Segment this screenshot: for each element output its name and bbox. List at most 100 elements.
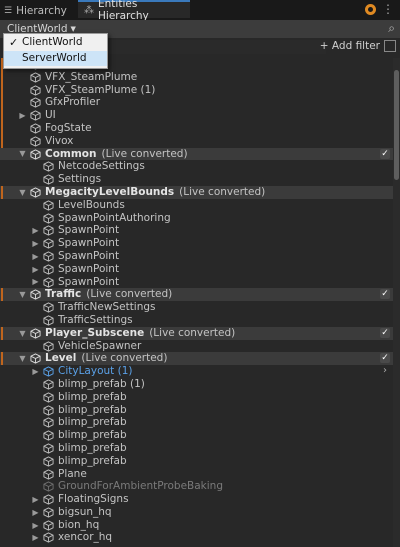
entity-cube-icon	[43, 417, 54, 428]
entity-cube-icon	[43, 174, 54, 185]
scene-enabled-checkbox[interactable]: ✓	[380, 353, 390, 364]
entity-row[interactable]: FogState	[0, 121, 393, 135]
entity-cube-icon	[43, 520, 54, 531]
modified-marker	[1, 109, 3, 122]
more-options-icon[interactable]: ⋮	[382, 3, 394, 15]
entity-row[interactable]: TrafficSettings	[0, 314, 393, 327]
entity-row[interactable]: Plane	[0, 468, 393, 481]
tab-hierarchy[interactable]: ☰ Hierarchy	[4, 2, 67, 20]
tab-entities-hierarchy[interactable]: ⁂ Entities Hierarchy	[78, 0, 190, 22]
entity-row[interactable]: ▶ bigsun_hq	[0, 506, 393, 519]
collapse-arrow-icon[interactable]: ▶	[31, 276, 40, 289]
row-label: SpawnPoint	[58, 262, 120, 275]
entity-row[interactable]: LevelBounds	[0, 199, 393, 212]
search-input[interactable]	[106, 40, 326, 54]
window-status-icon[interactable]	[365, 4, 376, 15]
modified-marker	[1, 134, 3, 148]
modified-marker	[1, 185, 3, 199]
entity-row[interactable]: ▶ FloatingSigns	[0, 493, 393, 506]
expand-arrow-icon[interactable]: ▼	[18, 186, 27, 199]
row-label: Plane	[58, 467, 87, 480]
entity-cube-icon	[43, 315, 54, 326]
expand-arrow-icon[interactable]: ▼	[18, 327, 27, 340]
entity-row[interactable]: blimp_prefab	[0, 416, 393, 429]
collapse-arrow-icon[interactable]: ▶	[18, 109, 27, 122]
entity-row[interactable]: ▶ SpawnPoint	[0, 237, 393, 250]
scrollbar-thumb[interactable]	[394, 70, 399, 180]
entity-row[interactable]: blimp_prefab (1)	[0, 378, 393, 391]
entity-row[interactable]: TrafficNewSettings	[0, 301, 393, 314]
entity-cube-icon	[30, 84, 41, 96]
collapse-arrow-icon[interactable]: ▶	[31, 493, 40, 506]
entity-row[interactable]: ▶ UI	[0, 109, 393, 122]
expand-arrow-icon[interactable]: ▼	[18, 288, 27, 301]
scrollbar[interactable]	[393, 58, 400, 547]
scene-header-row[interactable]: ▼ Traffic (Live converted) ✓	[0, 288, 393, 302]
scene-icon	[30, 289, 41, 300]
scene-header-row[interactable]: ▼ Player_Subscene (Live converted) ✓	[0, 326, 393, 340]
entity-row[interactable]: SpawnPointAuthoring	[0, 212, 393, 225]
row-label: TrafficSettings	[58, 313, 133, 326]
row-label: blimp_prefab (1)	[58, 377, 145, 390]
tab-hierarchy-label: Hierarchy	[16, 5, 67, 17]
entity-cube-icon	[30, 110, 41, 121]
collapse-arrow-icon[interactable]: ▶	[31, 365, 40, 378]
row-label: VehicleSpawner	[58, 339, 142, 352]
check-icon: ✓	[9, 36, 19, 49]
entity-row[interactable]: ▶ SpawnPoint	[0, 224, 393, 237]
entity-cube-icon	[43, 340, 54, 352]
entity-row[interactable]: VFX_SteamPlume (1)	[0, 83, 393, 97]
collapse-arrow-icon[interactable]: ▶	[31, 224, 40, 237]
collapse-arrow-icon[interactable]: ▶	[31, 506, 40, 519]
entity-row[interactable]: ▶ xencor_hq	[0, 531, 393, 544]
dropdown-item-serverworld[interactable]: ServerWorld	[4, 51, 107, 66]
collapse-arrow-icon[interactable]: ▶	[31, 263, 40, 276]
modified-marker	[1, 326, 3, 340]
entity-row[interactable]: ▶ SpawnPoint	[0, 263, 393, 276]
entity-row[interactable]: GfxProfiler	[0, 96, 393, 110]
entity-row[interactable]: VehicleSpawner	[0, 340, 393, 353]
collapse-arrow-icon[interactable]: ▶	[31, 250, 40, 263]
expand-arrow-icon[interactable]: ▼	[18, 352, 27, 365]
add-filter-button[interactable]: + Add filter	[320, 40, 380, 52]
expand-arrow-icon[interactable]: ▼	[18, 148, 27, 161]
row-label: UI	[45, 109, 56, 122]
entity-row[interactable]: blimp_prefab	[0, 404, 393, 417]
modified-marker	[1, 352, 3, 366]
filter-toggle-icon[interactable]	[384, 40, 396, 52]
search-icon[interactable]: ⌕	[388, 21, 395, 36]
collapse-arrow-icon[interactable]: ▶	[31, 519, 40, 532]
row-label: CityLayout (1)	[58, 365, 133, 378]
collapse-arrow-icon[interactable]: ▶	[31, 237, 40, 250]
entity-row[interactable]: VFX_SteamPlume	[0, 70, 393, 84]
scene-enabled-checkbox[interactable]: ✓	[380, 148, 390, 159]
entity-row[interactable]: ▶ CityLayout (1) ›	[0, 365, 393, 378]
entity-row[interactable]: GroundForAmbientProbeBaking	[0, 480, 393, 493]
collapse-arrow-icon[interactable]: ▶	[31, 531, 40, 544]
list-icon: ☰	[4, 6, 13, 16]
entity-row[interactable]: NetcodeSettings	[0, 160, 393, 173]
entity-row[interactable]: blimp_prefab	[0, 442, 393, 455]
entity-row[interactable]: ▶ SpawnPoint	[0, 276, 393, 289]
dropdown-item-clientworld[interactable]: ✓ ClientWorld	[4, 35, 107, 50]
scene-enabled-checkbox[interactable]: ✓	[380, 289, 390, 300]
entity-row[interactable]: blimp_prefab	[0, 391, 393, 404]
scene-enabled-checkbox[interactable]: ✓	[380, 327, 390, 338]
entity-row[interactable]: blimp_prefab	[0, 429, 393, 442]
entity-row[interactable]: ▶ bion_hq	[0, 519, 393, 532]
entity-row[interactable]: ▶ SpawnPoint	[0, 250, 393, 263]
scene-header-row[interactable]: ▼ Level (Live converted) ✓	[0, 352, 393, 366]
row-label: blimp_prefab	[58, 429, 127, 442]
row-label: GroundForAmbientProbeBaking	[58, 480, 223, 493]
row-label: blimp_prefab	[58, 390, 127, 403]
row-label: bigsun_hq	[58, 505, 112, 518]
scene-header-row[interactable]: ▼ Common (Live converted) ✓	[0, 147, 393, 161]
entity-row[interactable]: Vivox	[0, 134, 393, 148]
entity-cube-icon	[43, 238, 54, 249]
row-label: xencor_hq	[58, 531, 113, 544]
entity-row[interactable]: Settings	[0, 173, 393, 186]
entity-row[interactable]: blimp_prefab	[0, 455, 393, 468]
entity-cube-icon	[43, 481, 54, 492]
chevron-right-icon[interactable]: ›	[383, 365, 387, 376]
scene-header-row[interactable]: ▼ MegacityLevelBounds (Live converted)	[0, 185, 393, 199]
